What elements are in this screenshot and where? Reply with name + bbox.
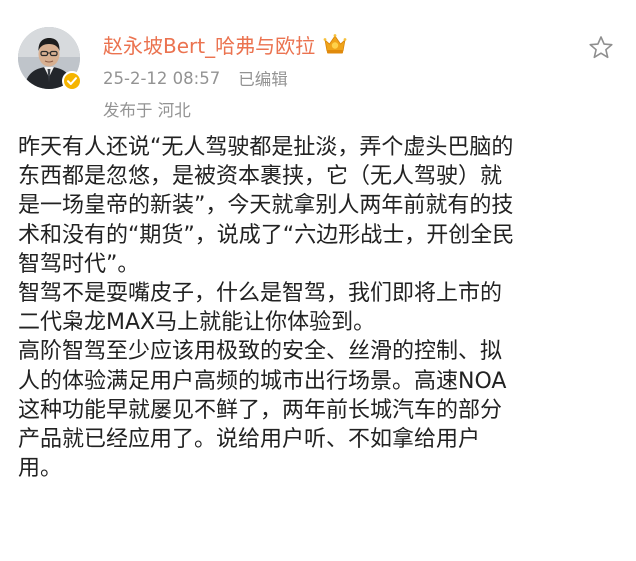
content-line: 人的体验满足用户高频的城市出行场景。高速NOA [18,368,507,394]
star-outline-icon[interactable] [587,34,615,62]
author-name-row: 赵永坡Bert_哈弗与欧拉 [103,29,347,59]
post-location: 发布于 河北 [103,101,191,120]
content-line: 术和没有的“期货”，说成了“六边形战士，开创全民 [18,222,515,248]
edited-label[interactable]: 已编辑 [238,66,288,90]
post-content: 昨天有人还说“无人驾驶都是扯淡，弄个虚头巴脑的 东西都是忽悠，是被资本裹挟，它（… [18,133,623,483]
content-line: 是一场皇帝的新装”，今天就拿别人两年前就有的技 [18,193,514,219]
post-meta: 25-2-12 08:57 已编辑 [103,66,347,90]
content-line: 高阶智驾至少应该用极致的安全、丝滑的控制、拟 [18,339,503,365]
content-line: 用。 [18,456,63,482]
author-name-link[interactable]: 赵永坡Bert_哈弗与欧拉 [103,30,315,59]
avatar-container[interactable] [18,27,82,91]
verified-badge-icon [62,71,82,91]
post-header: 赵永坡Bert_哈弗与欧拉 25-2-12 08:57 已编辑 发布于 河北 [103,29,347,120]
content-line: 这种功能早就屡见不鲜了，两年前长城汽车的部分 [18,397,503,423]
content-line: 产品就已经应用了。说给用户听、不如拿给用户 [18,427,481,453]
content-line: 智驾时代”。 [18,251,140,277]
weibo-post: 赵永坡Bert_哈弗与欧拉 25-2-12 08:57 已编辑 发布于 河北 昨… [0,0,636,561]
content-line: 昨天有人还说“无人驾驶都是扯淡，弄个虚头巴脑的 [18,135,514,160]
post-timestamp[interactable]: 25-2-12 08:57 [103,69,220,88]
content-line: 二代枭龙MAX马上就能让你体验到。 [18,310,376,336]
content-line: 智驾不是耍嘴皮子，什么是智驾，我们即将上市的 [18,281,503,307]
crown-badge-icon[interactable] [323,33,347,55]
content-line: 东西都是忽悠，是被资本裹挟，它（无人驾驶）就 [18,164,503,190]
